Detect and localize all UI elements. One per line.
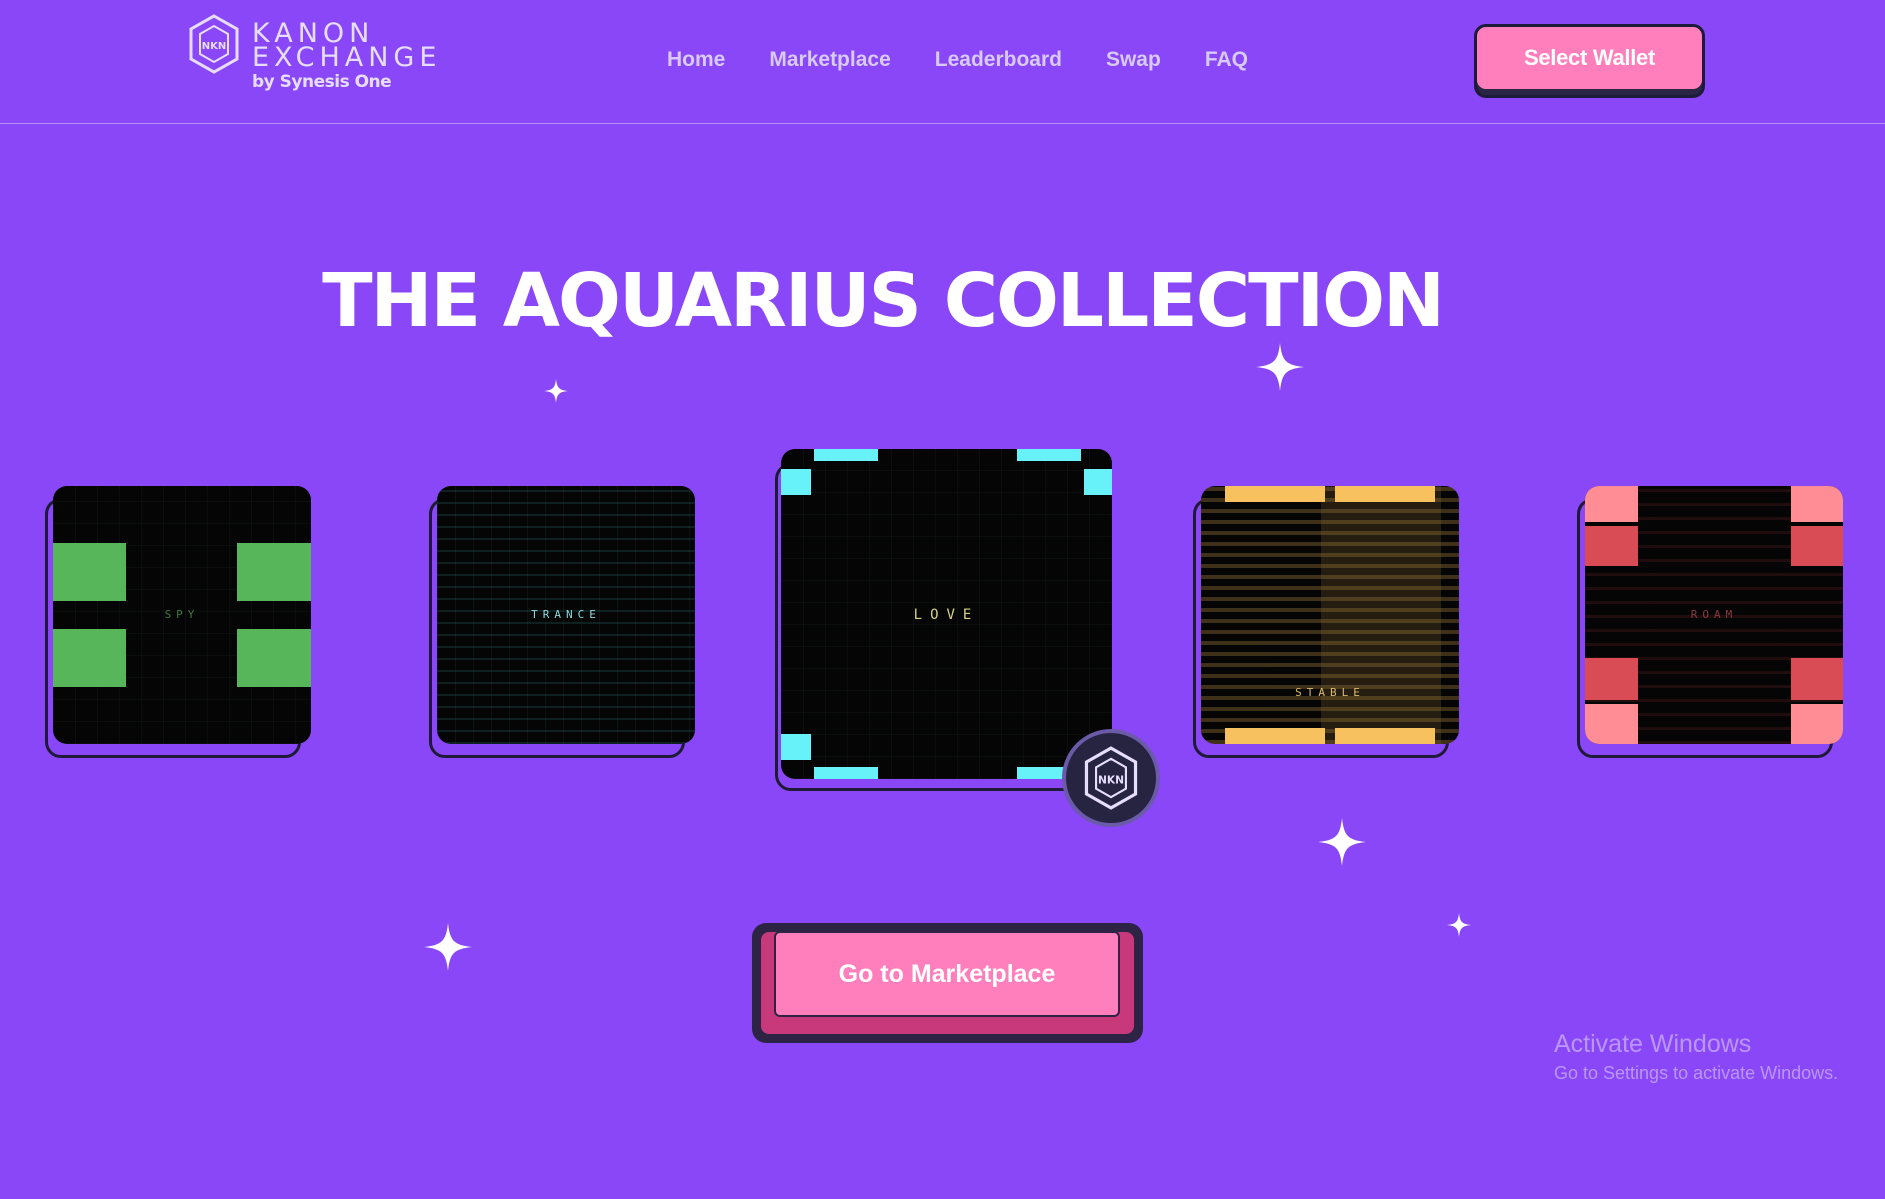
kanon-hex-icon: NKN	[189, 14, 239, 74]
corner-block	[1335, 486, 1435, 502]
corner-block	[53, 629, 126, 687]
corner-block	[781, 734, 811, 760]
corner-block	[814, 449, 878, 461]
nft-card-roam[interactable]: ROAM	[1577, 486, 1843, 758]
nft-card-trance[interactable]: TRANCE	[429, 486, 695, 758]
sparkle-icon	[424, 921, 472, 973]
corner-block	[781, 469, 811, 495]
card-art: LOVE	[781, 449, 1112, 779]
nav-swap[interactable]: Swap	[1106, 48, 1161, 72]
card-art: TRANCE	[437, 486, 695, 744]
corner-block	[1017, 449, 1081, 461]
activate-windows-watermark: Activate Windows Go to Settings to activ…	[1554, 1030, 1838, 1084]
nft-card-stable[interactable]: STABLE	[1193, 486, 1459, 758]
sparkle-icon	[1318, 816, 1366, 868]
kanon-hex-icon: NKN	[1084, 746, 1138, 810]
corner-block	[1585, 704, 1638, 744]
corner-block	[1791, 658, 1843, 700]
cta-label: Go to Marketplace	[774, 931, 1120, 1017]
card-grid	[1201, 486, 1459, 744]
collection-title: THE AQUARIUS COLLECTION	[322, 258, 1445, 344]
corner-block	[1585, 486, 1638, 522]
logo-line-2: EXCHANGE	[252, 42, 442, 73]
corner-block	[1225, 728, 1325, 744]
logo-subtitle: by Synesis One	[252, 72, 392, 92]
watermark-subtitle: Go to Settings to activate Windows.	[1554, 1063, 1839, 1083]
select-wallet-button[interactable]: Select Wallet	[1474, 24, 1705, 98]
go-to-marketplace-button[interactable]: Go to Marketplace	[752, 923, 1143, 1043]
nav-home[interactable]: Home	[667, 48, 725, 72]
corner-block	[1225, 486, 1325, 502]
nav-marketplace[interactable]: Marketplace	[769, 48, 890, 72]
nft-card-spy[interactable]: SPY	[45, 486, 311, 758]
sparkle-icon	[544, 379, 568, 403]
corner-block	[814, 767, 878, 779]
top-header: NKN KANON EXCHANGE by Synesis One Home M…	[0, 0, 1885, 124]
corner-block	[1791, 704, 1843, 744]
corner-block	[1335, 728, 1435, 744]
card-word: ROAM	[1690, 608, 1738, 621]
watermark-title: Activate Windows	[1554, 1030, 1752, 1058]
card-art: STABLE	[1201, 486, 1459, 744]
card-word: TRANCE	[531, 608, 601, 621]
nav-faq[interactable]: FAQ	[1205, 48, 1248, 72]
card-word: SPY	[164, 608, 200, 621]
card-word: STABLE	[1295, 686, 1365, 699]
corner-block	[1585, 658, 1638, 700]
select-wallet-label: Select Wallet	[1477, 27, 1702, 89]
card-art: SPY	[53, 486, 311, 744]
corner-block	[1791, 526, 1843, 566]
nft-card-love[interactable]: LOVE	[775, 449, 1112, 791]
sparkle-icon	[1447, 912, 1471, 938]
card-word: LOVE	[913, 607, 980, 623]
sparkle-icon	[1256, 341, 1304, 393]
card-art: ROAM	[1585, 486, 1843, 744]
kanon-badge: NKN	[1062, 729, 1160, 827]
corner-block	[237, 543, 311, 601]
corner-block	[53, 543, 126, 601]
svg-text:NKN: NKN	[1098, 773, 1124, 786]
svg-text:NKN: NKN	[202, 41, 227, 52]
corner-block	[237, 629, 311, 687]
nav-leaderboard[interactable]: Leaderboard	[935, 48, 1062, 72]
kanon-exchange-logo[interactable]: NKN KANON EXCHANGE by Synesis One	[188, 14, 448, 96]
main-nav: Home Marketplace Leaderboard Swap FAQ	[667, 48, 1248, 72]
corner-block	[1585, 526, 1638, 566]
corner-block	[1084, 469, 1112, 495]
corner-block	[1791, 486, 1843, 522]
